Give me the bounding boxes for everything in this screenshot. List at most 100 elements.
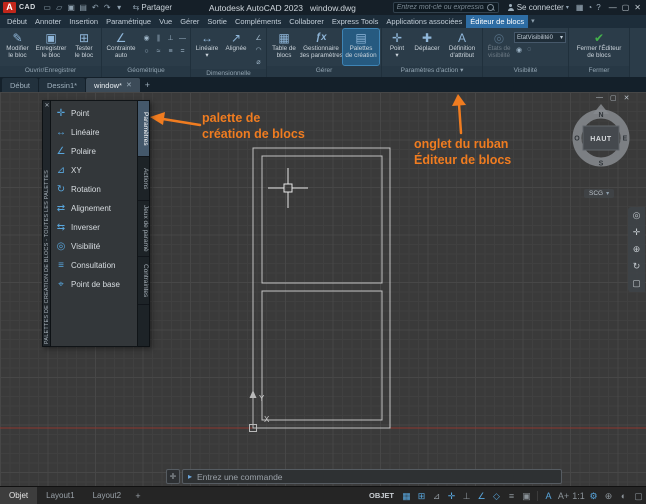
tab-insertion[interactable]: Insertion (65, 15, 102, 28)
auto-constrain-button[interactable]: ∠ Contrainte auto (104, 29, 138, 65)
palette-item-alignement[interactable]: ⇄ Alignement (51, 199, 137, 218)
palette-tab-parametres[interactable]: Paramètres (138, 101, 149, 157)
palette-tab-jeux-de-parametres[interactable]: Jeux de paramè (138, 201, 149, 257)
tab-complements[interactable]: Compléments (231, 15, 285, 28)
tab-collaborer[interactable]: Collaborer (285, 15, 328, 28)
command-line-drag-handle[interactable]: ✛ (166, 469, 180, 484)
file-tab-window[interactable]: window* ✕ (86, 78, 140, 92)
palette-title-bar[interactable]: ✕ PALETTES DE CRÉATION DE BLOCS - TOUTES… (42, 100, 51, 347)
annotation-scale-icon[interactable]: 1:1 (571, 487, 586, 504)
parallel-constraint-icon[interactable]: ∥ (153, 33, 164, 45)
selection-cycling-icon[interactable]: ▣ (519, 487, 534, 504)
vp-restore-icon[interactable]: ▢ (610, 94, 617, 102)
coincident-constraint-icon[interactable]: ◉ (141, 33, 152, 45)
ucs-selector[interactable]: SCG ▾ (584, 189, 615, 198)
chevron-down-icon[interactable]: ▾ (528, 15, 538, 28)
tab-editeur-de-blocs[interactable]: Éditeur de blocs (466, 15, 529, 28)
visibility-states-button[interactable]: ◎ États de visibilité (485, 29, 513, 65)
redo-icon[interactable]: ↷ (102, 0, 113, 15)
layout-tab-layout1[interactable]: Layout1 (37, 487, 83, 504)
open-file-icon[interactable]: ▱ (54, 0, 65, 15)
tab-gerer[interactable]: Gérer (176, 15, 203, 28)
tab-annoter[interactable]: Annoter (31, 15, 65, 28)
add-layout-button[interactable]: + (130, 491, 146, 501)
pan-icon[interactable]: ✛ (628, 224, 645, 241)
diameter-dim-icon[interactable]: ⌀ (253, 57, 264, 68)
file-tab-debut[interactable]: Début (2, 78, 39, 92)
parameter-manager-button[interactable]: ƒx Gestionnaire des paramètres (300, 29, 342, 65)
palette-item-consultation[interactable]: ≡ Consultation (51, 256, 137, 275)
orbit-icon[interactable]: ↻ (628, 258, 645, 275)
workspace-gear-icon[interactable]: ⚙ (586, 487, 601, 504)
perpendicular-constraint-icon[interactable]: ⊥ (165, 33, 176, 45)
test-block-button[interactable]: ⊞ Tester le bloc (69, 29, 99, 65)
close-icon[interactable]: ✕ (634, 3, 641, 12)
palette-item-visibilite[interactable]: ◎ Visibilité (51, 237, 137, 256)
autocad-logo[interactable]: A (3, 2, 16, 13)
viewcube-top-face[interactable]: HAUT (590, 136, 612, 143)
palette-item-inverser[interactable]: ⇆ Inverser (51, 218, 137, 237)
symmetric-constraint-icon[interactable]: ≡ (165, 46, 176, 58)
restore-icon[interactable]: ▢ (622, 3, 630, 12)
drawing-canvas[interactable]: Y X HAUT N O E S — ▢ ✕ SCG ▾ ◎ ✛ ⊕ ↻ ▢ ✕… (0, 92, 646, 486)
dynamic-input-icon[interactable]: ✛ (444, 487, 459, 504)
palette-item-lineaire[interactable]: ↔ Linéaire (51, 123, 137, 142)
search-icon[interactable] (486, 3, 495, 12)
palette-item-rotation[interactable]: ↻ Rotation (51, 180, 137, 199)
equal-constraint-icon[interactable]: = (177, 46, 188, 58)
search-box[interactable]: Entrez mot-clé ou expression (392, 2, 499, 13)
make-visible-icon[interactable]: ◉ (516, 46, 522, 54)
isolate-objects-icon[interactable]: ◐ (616, 487, 631, 504)
angular-dim-icon[interactable]: ∠ (253, 33, 264, 44)
command-input[interactable]: Entrez une commande (197, 472, 283, 482)
tab-parametrique[interactable]: Paramétrique (102, 15, 155, 28)
palette-item-polaire[interactable]: ∠ Polaire (51, 142, 137, 161)
horizontal-constraint-icon[interactable]: — (177, 33, 188, 45)
annotation-visibility-icon[interactable]: A (541, 487, 556, 504)
lineweight-icon[interactable]: ≡ (504, 487, 519, 504)
vp-close-icon[interactable]: ✕ (624, 94, 630, 102)
tab-debut[interactable]: Début (3, 15, 31, 28)
block-table-button[interactable]: ▦ Table de blocs (269, 29, 299, 65)
print-icon[interactable]: ▤ (78, 0, 89, 15)
make-invisible-icon[interactable]: ◌ (527, 46, 531, 54)
palette-tab-actions[interactable]: Actions (138, 157, 149, 201)
new-drawing-tab-button[interactable]: + (141, 79, 154, 92)
autoscale-icon[interactable]: A+ (556, 487, 571, 504)
clean-screen-icon[interactable]: ▢ (631, 487, 646, 504)
showmotion-icon[interactable]: ▢ (628, 275, 645, 292)
palette-item-point[interactable]: ✛ Point (51, 104, 137, 123)
undo-icon[interactable]: ↶ (90, 0, 101, 15)
alerts-icon[interactable]: ◔ (587, 3, 592, 12)
file-tab-dessin1[interactable]: Dessin1* (39, 78, 86, 92)
ortho-icon[interactable]: ⊥ (459, 487, 474, 504)
layout-tab-layout2[interactable]: Layout2 (84, 487, 130, 504)
close-icon[interactable]: ✕ (45, 102, 50, 109)
infer-constraints-icon[interactable]: ⊿ (429, 487, 444, 504)
annotation-monitor-icon[interactable]: ⊕ (601, 487, 616, 504)
palette-item-xy[interactable]: ⊿ XY (51, 161, 137, 180)
share-button[interactable]: ⇆ Partager (133, 3, 172, 12)
linear-dim-button[interactable]: ↔ Linéaire ▾ (193, 29, 221, 68)
authoring-palettes-button[interactable]: ▤ Palettes de création (342, 28, 380, 66)
object-snap-icon[interactable]: ◇ (489, 487, 504, 504)
radial-dim-icon[interactable]: ◠ (253, 45, 264, 56)
vp-minimize-icon[interactable]: — (596, 94, 603, 102)
viewcube-east[interactable]: E (623, 136, 628, 143)
qat-dropdown-icon[interactable]: ▾ (114, 0, 125, 15)
minimize-icon[interactable]: — (609, 3, 617, 12)
tab-applications-associees[interactable]: Applications associées (382, 15, 466, 28)
smooth-constraint-icon[interactable]: ≈ (153, 46, 164, 58)
viewcube-south[interactable]: S (599, 161, 604, 168)
model-space-label[interactable]: OBJET (369, 491, 394, 500)
close-tab-icon[interactable]: ✕ (126, 81, 132, 89)
zoom-icon[interactable]: ⊕ (628, 241, 645, 258)
close-block-editor-button[interactable]: ✔ Fermer l'Éditeur de blocs (571, 29, 627, 65)
signin-button[interactable]: Se connecter ▾ (507, 3, 569, 12)
command-line[interactable]: ▸ Entrez une commande (182, 469, 562, 484)
palette-tab-contraintes[interactable]: Contraintes (138, 257, 149, 305)
layout-tab-objet[interactable]: Objet (0, 486, 38, 504)
palette-item-point-de-base[interactable]: ⌖ Point de base (51, 275, 137, 294)
visibility-state-dropdown[interactable]: EtatVisibilité0 ▾ (514, 32, 566, 43)
move-action-button[interactable]: ✚ Déplacer (411, 29, 443, 65)
